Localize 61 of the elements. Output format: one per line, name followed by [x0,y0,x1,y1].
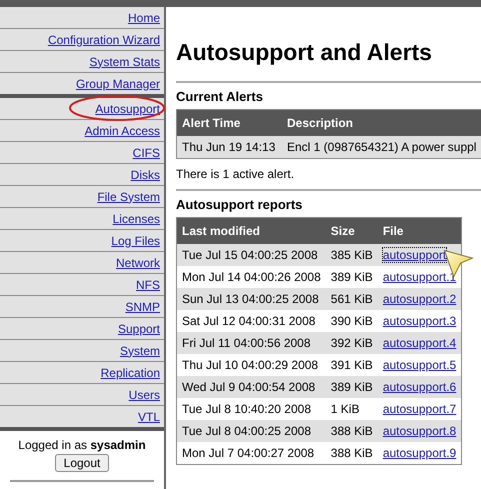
table-cell: Thu Jul 10 04:00:29 2008 [176,354,326,376]
column-header: Size [326,218,378,244]
column-header: Alert Time [176,110,282,136]
section-heading: Autosupport reports [176,197,304,212]
file-link[interactable]: autosupport.2 [382,292,456,306]
table-cell: Fri Jul 11 04:00:56 2008 [176,332,326,354]
nav-link[interactable]: Network [116,256,160,270]
nav-link[interactable]: SNMP [125,300,160,314]
nav-link[interactable]: Home [128,10,160,24]
nav-link[interactable]: System Stats [89,54,160,68]
table-cell: 388 KiB [326,420,378,442]
file-link[interactable]: autosupport.4 [382,336,456,350]
table-cell: 561 KiB [326,288,378,310]
nav-link[interactable]: Disks [130,168,160,182]
page-title: Autosupport and Alerts [176,39,433,66]
alert-summary: There is 1 active alert. [176,167,296,181]
table-cell: 390 KiB [326,310,378,332]
table-cell: Mon Jul 7 04:00:27 2008 [176,442,326,464]
nav-link[interactable]: Configuration Wizard [48,32,160,46]
file-link[interactable]: autosupport.8 [382,424,456,438]
table-cell: 388 KiB [326,442,378,464]
nav-link[interactable]: VTL [138,410,160,424]
table-cell: Sun Jul 13 04:00:25 2008 [176,288,326,310]
nav-link[interactable]: Users [128,388,160,402]
login-status: Logged in as sysadmin [18,438,146,452]
nav-link[interactable]: Licenses [112,212,160,226]
table-cell: 391 KiB [326,354,378,376]
table-cell: 392 KiB [326,332,378,354]
file-link[interactable]: autosupport.1 [382,270,456,284]
file-link[interactable]: autosupport.6 [382,380,456,394]
nav-link[interactable]: File System [97,190,160,204]
table-cell: 385 KiB [326,244,378,266]
table-cell: 389 KiB [326,266,378,288]
nav-link[interactable]: CIFS [132,146,160,160]
nav-link[interactable]: NFS [136,278,160,292]
nav-link[interactable]: Group Manager [76,76,160,90]
table-cell: Sat Jul 12 04:00:31 2008 [176,310,326,332]
table-cell: Wed Jul 9 04:00:54 2008 [176,376,326,398]
table-cell: Thu Jun 19 14:13 [176,136,282,158]
nav-link[interactable]: Support [118,322,160,336]
table-cell: Tue Jul 15 04:00:25 2008 [176,244,326,266]
file-link[interactable]: autosupport.5 [382,358,456,372]
nav-link[interactable]: Log Files [111,234,160,248]
section-heading: Current Alerts [176,89,264,104]
file-link[interactable]: autosupport.3 [382,314,456,328]
file-link[interactable]: autosupport.7 [382,402,456,416]
nav-link[interactable]: Admin Access [84,124,160,138]
column-header: Description [282,110,481,136]
nav-link[interactable]: Replication [100,366,160,380]
table-cell: Tue Jul 8 10:40:20 2008 [176,398,326,420]
file-link[interactable]: autosupport [382,248,446,262]
logout-button[interactable]: Logout [54,454,110,472]
table-cell: 1 KiB [326,398,378,420]
table-cell: 389 KiB [326,376,378,398]
column-header: Last modified [176,218,326,244]
table-cell: Mon Jul 14 04:00:26 2008 [176,266,326,288]
table-cell: Encl 1 (0987654321) A power suppl [282,136,481,158]
table-cell: Tue Jul 8 04:00:25 2008 [176,420,326,442]
column-header: File [378,218,462,244]
file-link[interactable]: autosupport.9 [382,446,456,460]
nav-link[interactable]: System [120,344,160,358]
